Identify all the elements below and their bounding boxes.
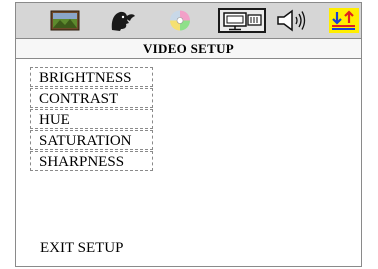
setup-toolbar <box>16 3 361 38</box>
page-title: VIDEO SETUP <box>16 38 361 59</box>
video-setup-icon[interactable] <box>218 8 266 33</box>
menu-item-sharpness[interactable]: SHARPNESS <box>30 151 153 171</box>
exit-setup-button[interactable]: EXIT SETUP <box>40 240 123 257</box>
menu-item-brightness[interactable]: BRIGHTNESS <box>30 67 153 87</box>
disc-icon[interactable] <box>164 8 196 33</box>
menu-item-hue[interactable]: HUE <box>30 109 153 129</box>
video-setup-window: VIDEO SETUP BRIGHTNESS CONTRAST HUE SATU… <box>15 2 362 267</box>
preference-icon[interactable] <box>329 8 359 33</box>
picture-icon[interactable] <box>49 8 81 33</box>
video-setup-menu: BRIGHTNESS CONTRAST HUE SATURATION SHARP… <box>30 67 153 172</box>
menu-item-saturation[interactable]: SATURATION <box>30 130 153 150</box>
face-icon[interactable] <box>106 8 138 33</box>
menu-item-contrast[interactable]: CONTRAST <box>30 88 153 108</box>
speaker-icon[interactable] <box>275 8 311 33</box>
